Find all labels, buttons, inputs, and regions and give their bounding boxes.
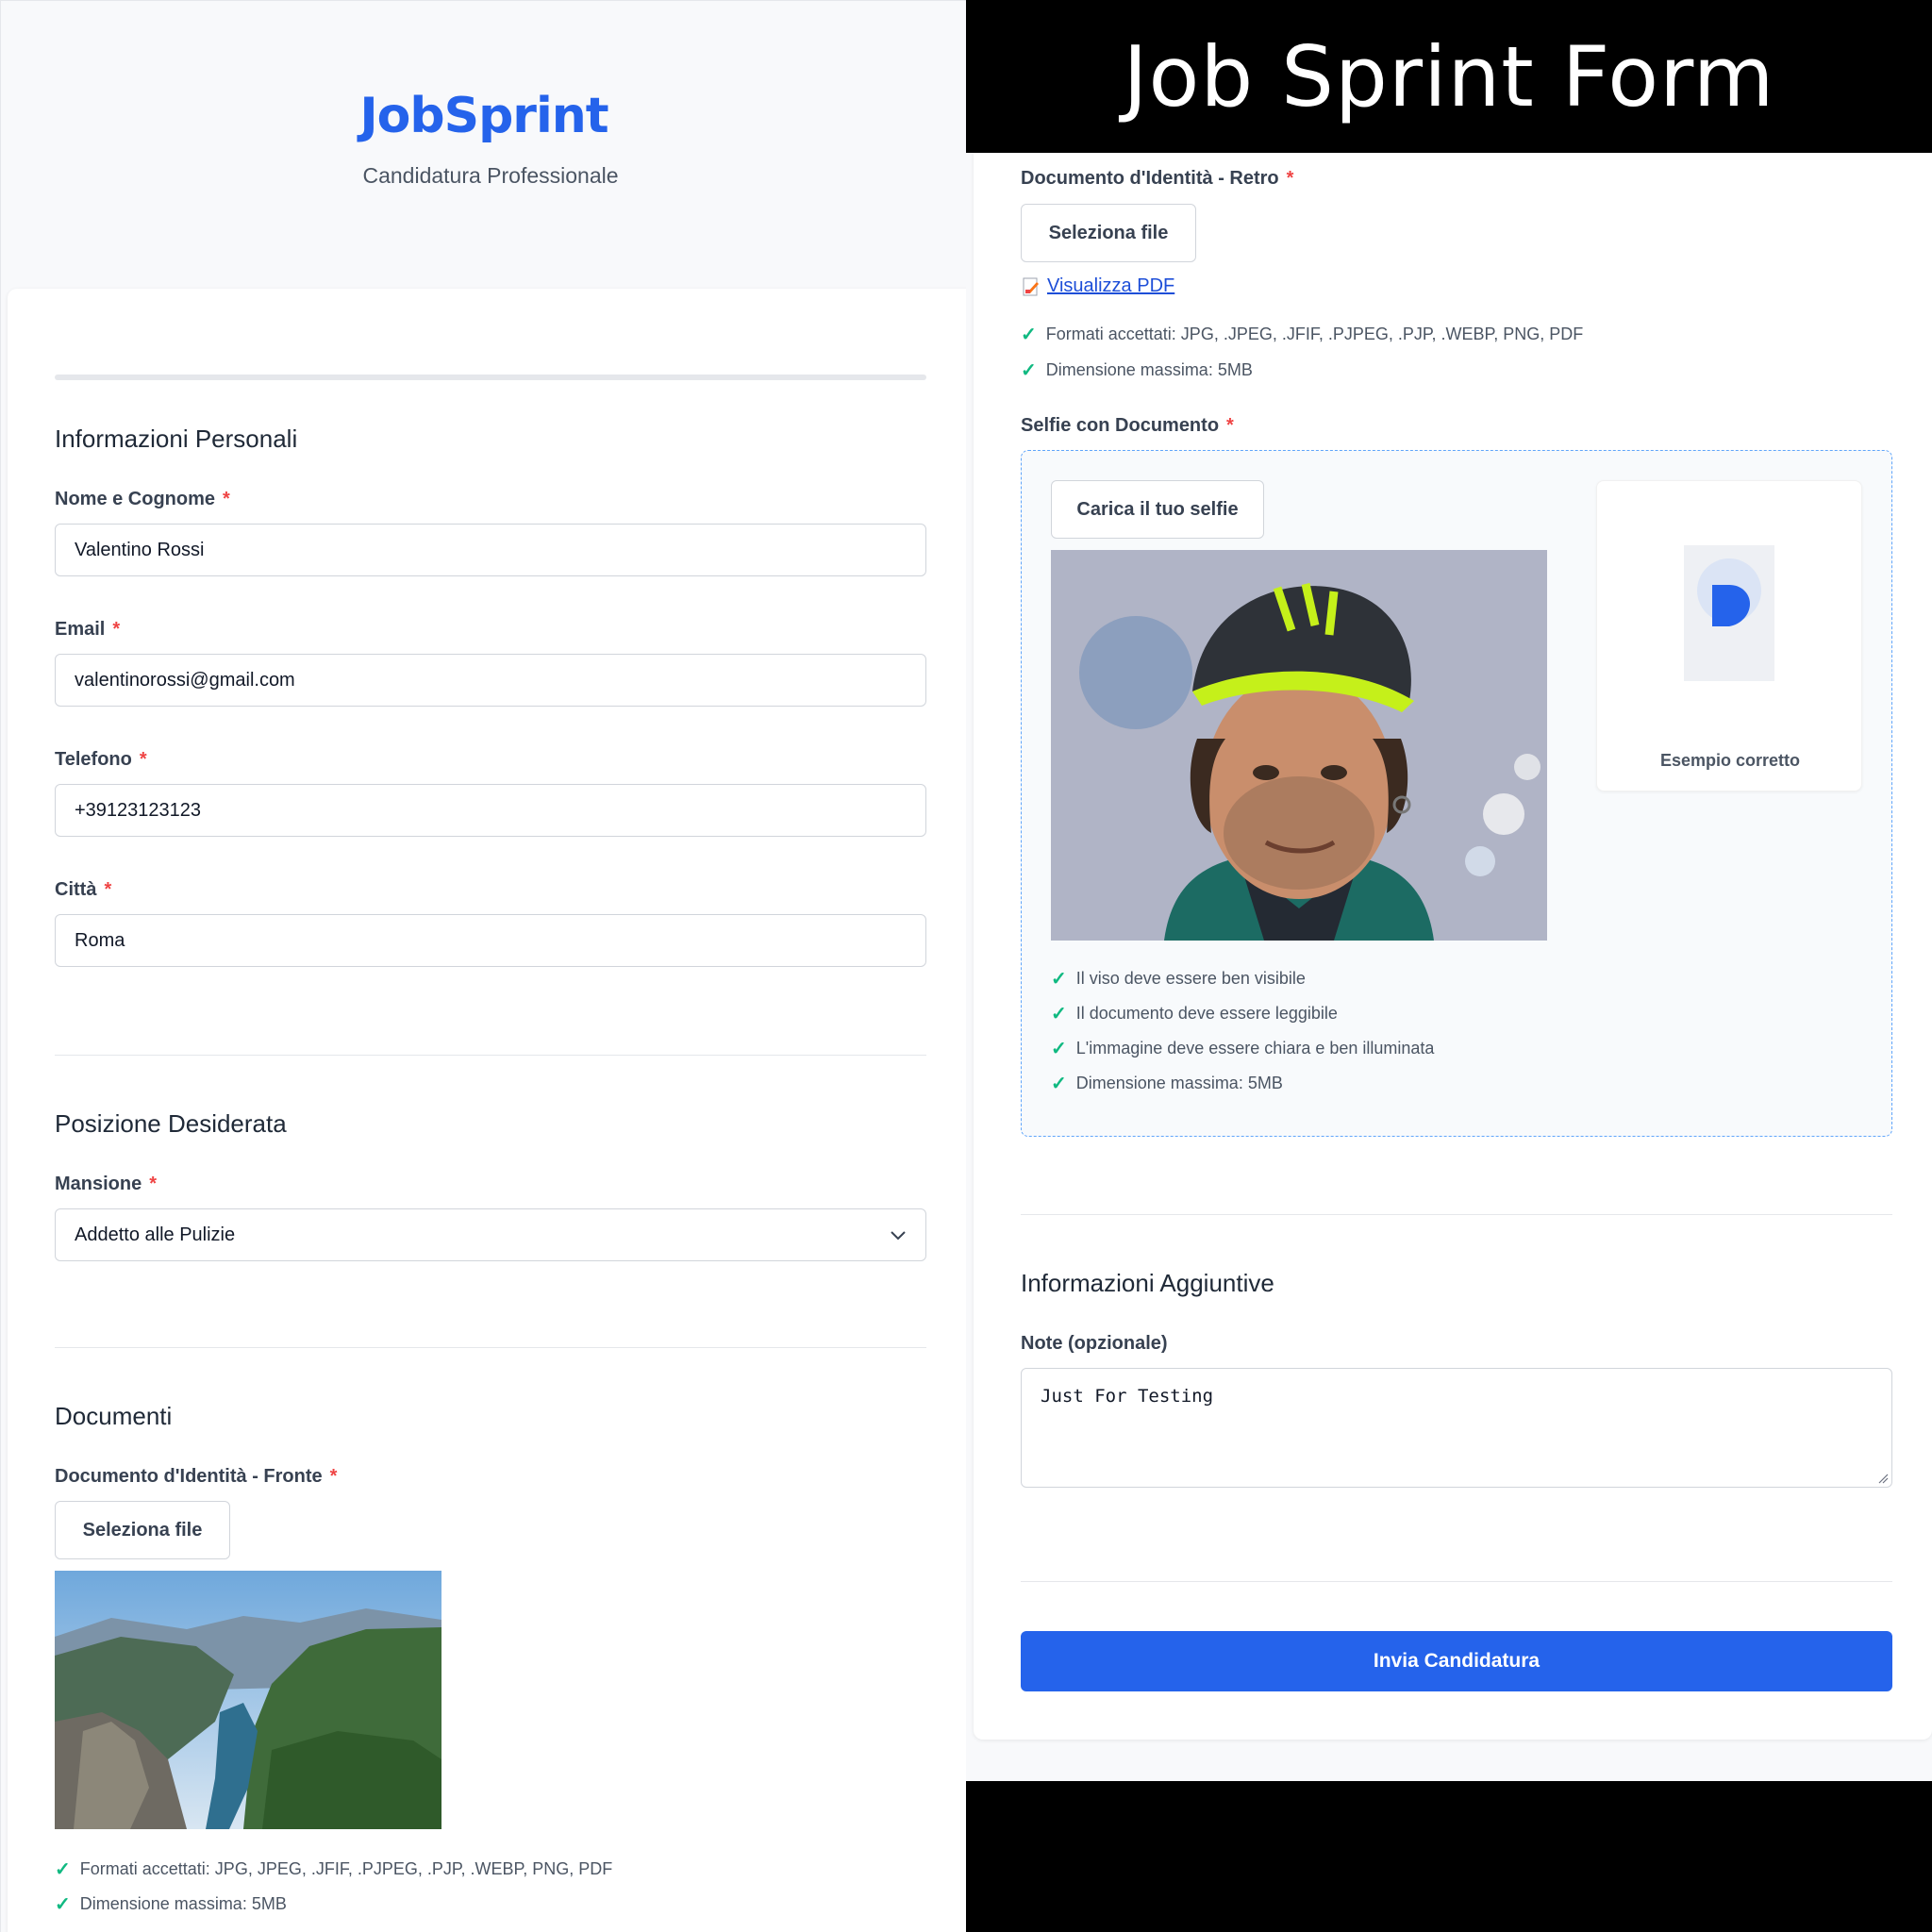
front-doc-label: Documento d'Identità - Fronte * bbox=[55, 1466, 337, 1488]
submit-button[interactable]: Invia Candidatura bbox=[1021, 1631, 1892, 1691]
email-input[interactable]: valentinorossi@gmail.com bbox=[55, 654, 926, 707]
front-hint-formats: ✓ Formati accettati: JPG, JPEG, .JFIF, .P… bbox=[55, 1857, 612, 1881]
selfie-hint-face: ✓ Il viso deve essere ben visibile bbox=[1051, 967, 1306, 991]
check-icon: ✓ bbox=[1021, 325, 1037, 345]
check-icon: ✓ bbox=[1051, 1039, 1067, 1059]
phone-label: Telefono * bbox=[55, 749, 147, 771]
example-person-icon bbox=[1697, 558, 1761, 626]
front-hint-size-text: Dimensione massima: 5MB bbox=[79, 1894, 287, 1913]
front-document-preview bbox=[55, 1571, 441, 1829]
check-icon: ✓ bbox=[1021, 360, 1037, 381]
front-doc-label-text: Documento d'Identità - Fronte bbox=[55, 1466, 323, 1487]
chevron-down-icon bbox=[891, 1231, 906, 1241]
name-input-value: Valentino Rossi bbox=[75, 539, 205, 560]
resize-grip-icon[interactable] bbox=[1877, 1473, 1889, 1484]
selfie-hint-size: ✓ Dimensione massima: 5MB bbox=[1051, 1072, 1283, 1095]
role-select[interactable]: Addetto alle Pulizie bbox=[55, 1208, 926, 1261]
front-file-button[interactable]: Seleziona file bbox=[55, 1501, 230, 1559]
example-thumbnail bbox=[1684, 545, 1774, 681]
progress-bar bbox=[55, 375, 926, 380]
selfie-preview bbox=[1051, 550, 1547, 941]
required-mark: * bbox=[329, 1466, 338, 1487]
required-mark: * bbox=[139, 749, 147, 770]
pdf-file-icon bbox=[1023, 277, 1039, 295]
view-pdf-link-text: Visualizza PDF bbox=[1047, 275, 1175, 296]
phone-input[interactable]: +39123123123 bbox=[55, 784, 926, 837]
section-divider bbox=[1021, 1581, 1892, 1582]
selfie-hint-size-text: Dimensione massima: 5MB bbox=[1075, 1074, 1283, 1092]
back-hint-size: ✓ Dimensione massima: 5MB bbox=[1021, 358, 1253, 382]
example-label: Esempio corretto bbox=[1659, 751, 1801, 770]
check-icon: ✓ bbox=[55, 1859, 71, 1880]
city-input[interactable]: Roma bbox=[55, 914, 926, 967]
name-label: Nome e Cognome * bbox=[55, 489, 230, 510]
required-mark: * bbox=[1286, 168, 1294, 189]
front-hint-formats-text: Formati accettati: JPG, JPEG, .JFIF, .PJ… bbox=[79, 1859, 613, 1878]
required-mark: * bbox=[112, 619, 121, 640]
back-doc-label-text: Documento d'Identità - Retro bbox=[1021, 168, 1279, 189]
check-icon: ✓ bbox=[55, 1894, 71, 1915]
banner-title: Job Sprint Form bbox=[966, 0, 1932, 153]
notes-textarea-value: Just For Testing bbox=[1041, 1386, 1214, 1407]
selfie-hint-document: ✓ Il documento deve essere leggibile bbox=[1051, 1002, 1338, 1025]
back-hint-formats: ✓ Formati accettati: JPG, .JPEG, .JFIF, .… bbox=[1021, 323, 1583, 346]
selfie-upload-button[interactable]: Carica il tuo selfie bbox=[1051, 480, 1264, 539]
required-mark: * bbox=[149, 1174, 158, 1194]
notes-label: Note (opzionale) bbox=[1021, 1333, 1168, 1354]
role-label: Mansione * bbox=[55, 1174, 157, 1195]
role-select-value: Addetto alle Pulizie bbox=[75, 1224, 236, 1245]
email-label: Email * bbox=[55, 619, 120, 641]
email-input-value: valentinorossi@gmail.com bbox=[75, 669, 295, 691]
view-pdf-link[interactable]: Visualizza PDF bbox=[1021, 275, 1174, 297]
phone-input-value: +39123123123 bbox=[75, 799, 202, 821]
section-title-position: Posizione Desiderata bbox=[55, 1109, 287, 1138]
city-label: Città * bbox=[55, 879, 111, 901]
name-label-text: Nome e Cognome bbox=[55, 489, 216, 509]
required-mark: * bbox=[223, 489, 230, 509]
name-input[interactable]: Valentino Rossi bbox=[55, 524, 926, 576]
selfie-hint-lighting: ✓ L'immagine deve essere chiara e ben ill… bbox=[1051, 1037, 1434, 1060]
section-divider bbox=[1021, 1214, 1892, 1215]
section-divider bbox=[55, 1347, 926, 1348]
email-label-text: Email bbox=[55, 619, 106, 640]
section-title-personal: Informazioni Personali bbox=[55, 425, 298, 453]
notes-textarea[interactable]: Just For Testing bbox=[1021, 1368, 1892, 1488]
back-file-button[interactable]: Seleziona file bbox=[1021, 204, 1196, 262]
city-input-value: Roma bbox=[75, 929, 125, 951]
back-doc-label: Documento d'Identità - Retro * bbox=[1021, 168, 1293, 190]
check-icon: ✓ bbox=[1051, 1004, 1067, 1024]
back-hint-formats-text: Formati accettati: JPG, .JPEG, .JFIF, .P… bbox=[1045, 325, 1584, 343]
selfie-hint-lighting-text: L'immagine deve essere chiara e ben illu… bbox=[1075, 1039, 1435, 1058]
back-hint-size-text: Dimensione massima: 5MB bbox=[1045, 360, 1253, 379]
city-label-text: Città bbox=[55, 879, 97, 900]
brand-logo: JobSprint bbox=[359, 88, 608, 144]
selfie-label-text: Selfie con Documento bbox=[1021, 415, 1220, 436]
check-icon: ✓ bbox=[1051, 1074, 1067, 1094]
phone-label-text: Telefono bbox=[55, 749, 132, 770]
section-divider bbox=[55, 1055, 926, 1056]
example-card: Esempio corretto bbox=[1596, 480, 1862, 791]
front-hint-size: ✓ Dimensione massima: 5MB bbox=[55, 1892, 287, 1916]
selfie-hint-face-text: Il viso deve essere ben visibile bbox=[1075, 969, 1306, 988]
required-mark: * bbox=[104, 879, 112, 900]
brand-tagline: Candidatura Professionale bbox=[362, 163, 619, 188]
check-icon: ✓ bbox=[1051, 969, 1067, 990]
section-title-additional: Informazioni Aggiuntive bbox=[1021, 1269, 1274, 1297]
section-title-documents: Documenti bbox=[55, 1402, 173, 1430]
required-mark: * bbox=[1226, 415, 1234, 436]
selfie-label: Selfie con Documento * bbox=[1021, 415, 1234, 437]
selfie-hint-document-text: Il documento deve essere leggibile bbox=[1075, 1004, 1338, 1023]
bottom-bar bbox=[966, 1781, 1932, 1932]
role-label-text: Mansione bbox=[55, 1174, 142, 1194]
